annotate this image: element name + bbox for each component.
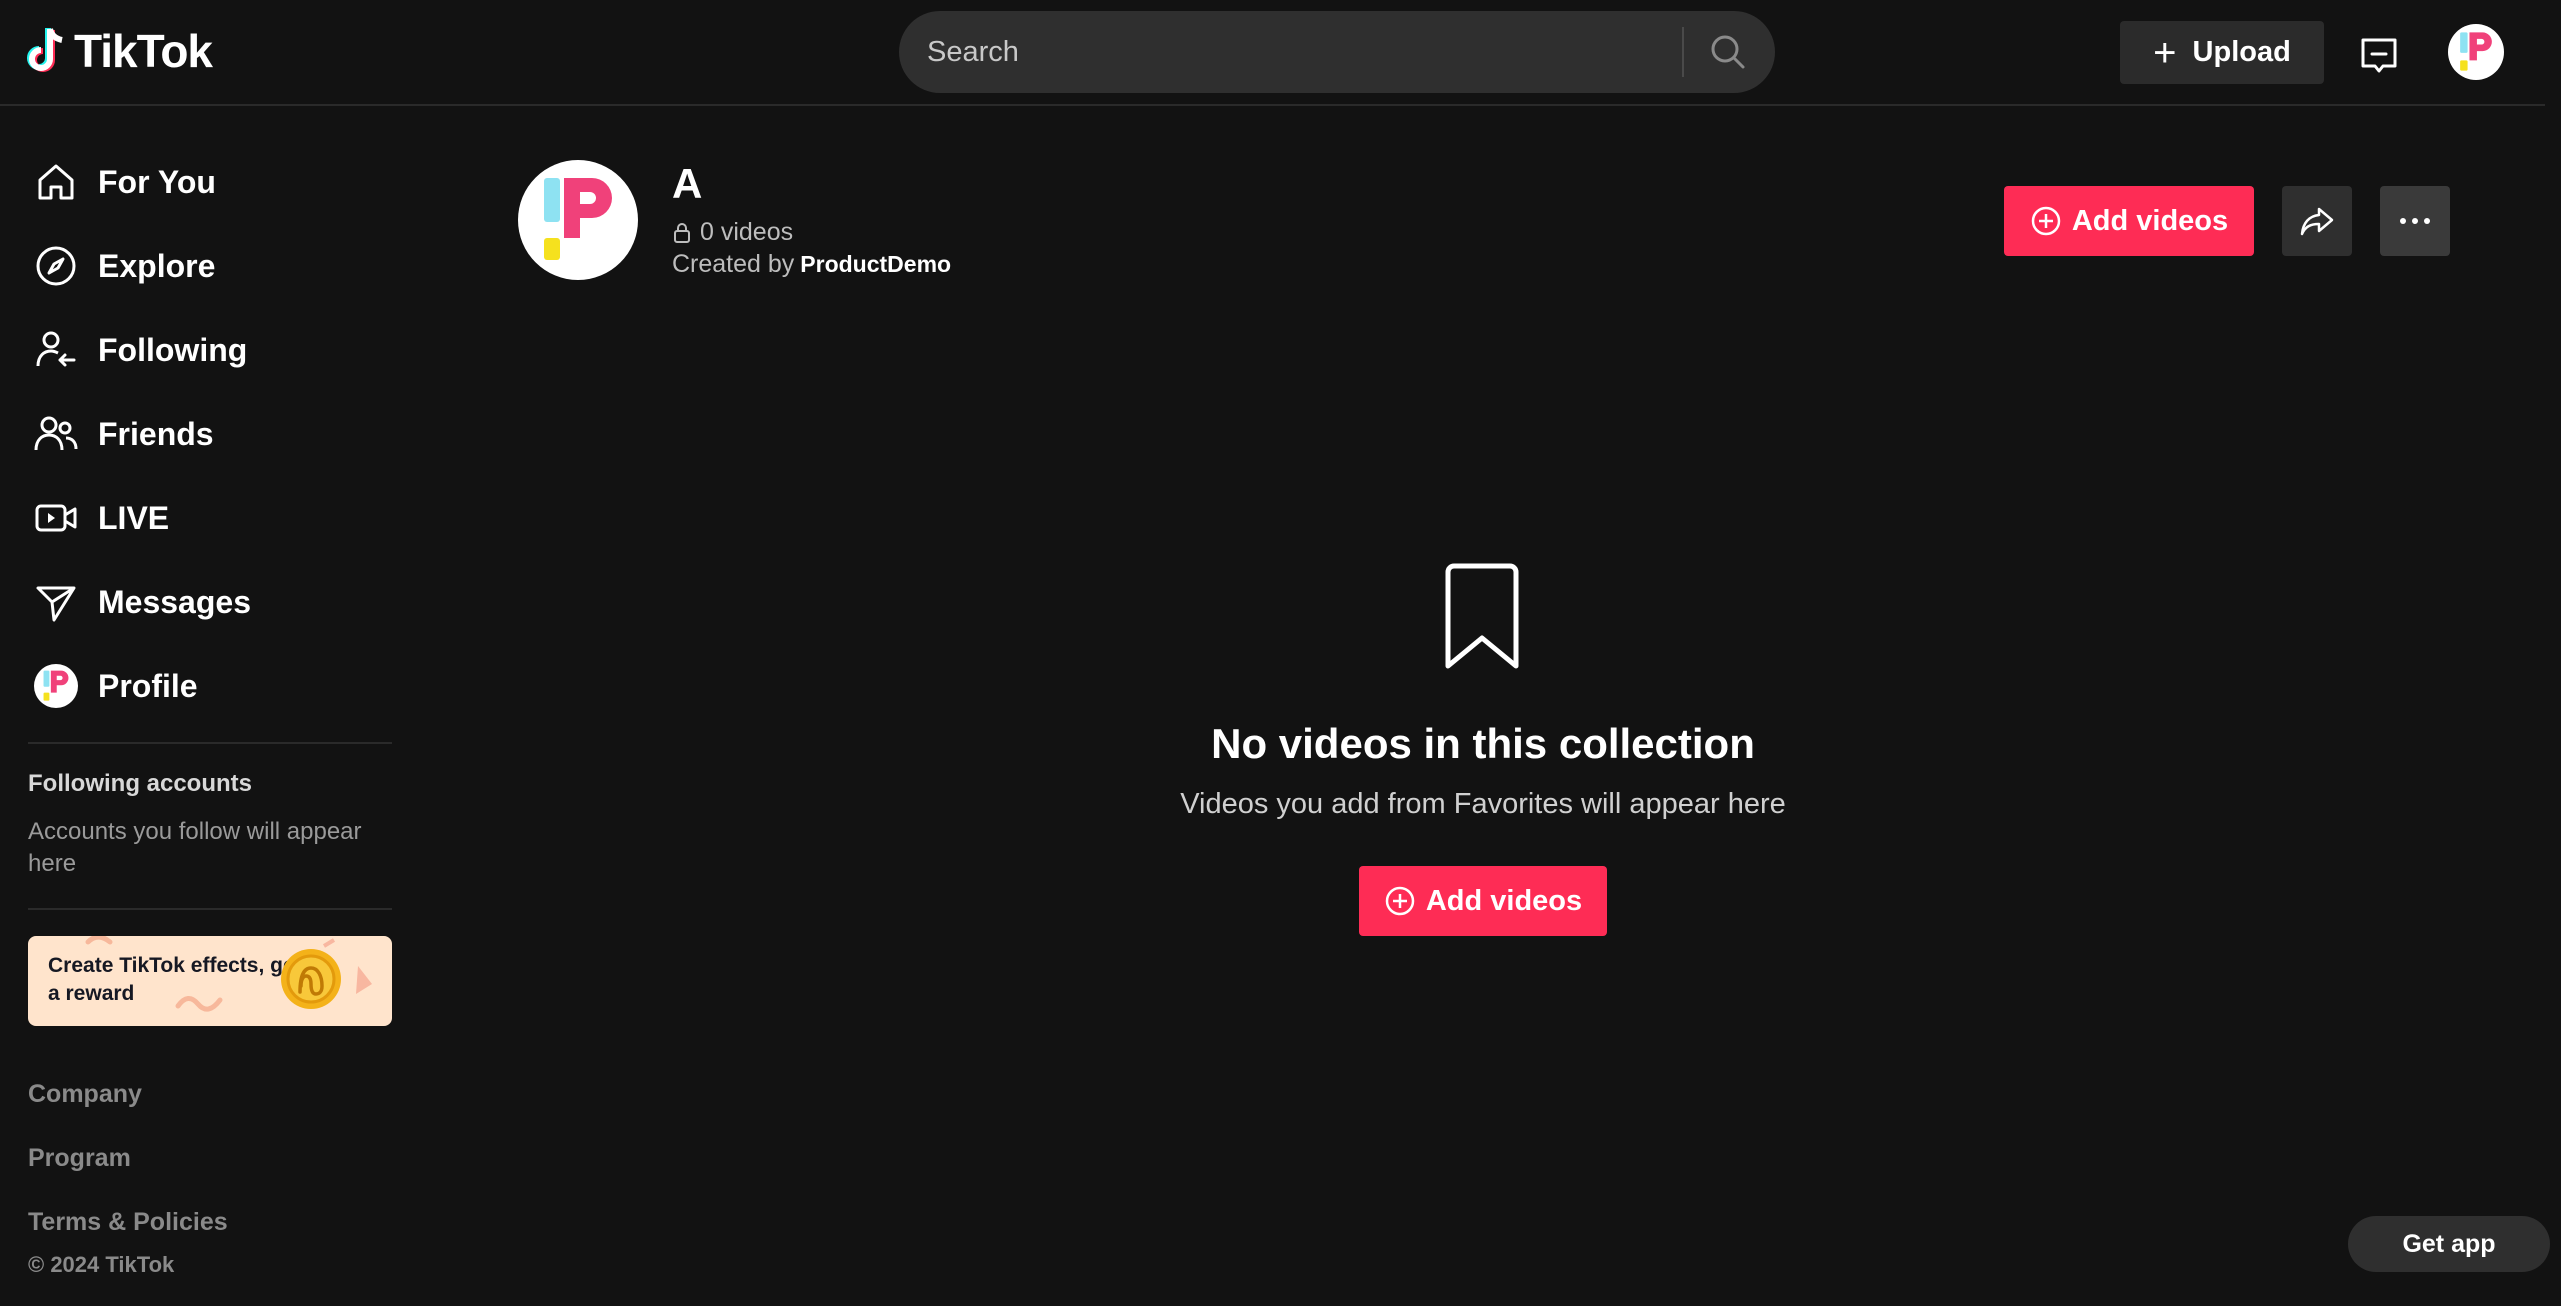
tiktok-logo[interactable]: TikTok [26,24,213,78]
search-icon [1711,35,1745,69]
live-camera-icon [34,496,78,540]
sidebar-item-label: Following [98,331,248,368]
search-button[interactable] [1699,23,1757,81]
sidebar-item-explore[interactable]: Explore [34,236,215,296]
sidebar-divider [28,908,392,910]
sidebar-item-label: Explore [98,247,216,284]
upload-button[interactable]: + Upload [2120,21,2324,84]
sidebar: For You Explore Following Friends LIVE M… [0,108,420,1306]
plus-circle-icon [2031,206,2061,236]
add-videos-button[interactable]: Add videos [2004,186,2254,256]
more-dots-icon [2400,218,2430,224]
sidebar-item-messages[interactable]: Messages [34,572,251,632]
more-options-button[interactable] [2380,186,2450,256]
following-user-icon [34,328,78,372]
collection-video-count: 0 videos [672,218,793,247]
sidebar-item-for-you[interactable]: For You [34,152,216,212]
collection-title: A [672,160,703,207]
sidebar-item-profile[interactable]: Profile [34,656,198,716]
sidebar-item-label: Messages [98,583,251,620]
sidebar-item-label: For You [98,163,216,200]
paper-plane-icon [34,580,78,624]
sidebar-item-following[interactable]: Following [34,320,247,380]
creator-link[interactable]: ProductDemo [800,251,951,277]
promo-text: Create TikTok effects, get a reward [48,954,302,1005]
logo-text: TikTok [74,25,213,77]
collection-created-by: Created by ProductDemo [672,250,951,279]
footer-link-program[interactable]: Program [28,1144,131,1173]
avatar [34,664,78,708]
coin-icon [281,949,341,1009]
profile-logo-icon [544,178,612,260]
sidebar-item-label: LIVE [98,499,170,536]
sidebar-item-label: Friends [98,415,214,452]
share-arrow-icon [2300,207,2334,236]
lock-icon [672,222,692,244]
add-videos-button-center[interactable]: Add videos [1359,866,1607,936]
copyright-text: © 2024 TikTok [28,1252,175,1277]
effects-promo-banner[interactable]: Create TikTok effects, get a reward [28,936,392,1026]
bookmark-icon [1445,563,1519,669]
add-videos-label: Add videos [2071,204,2229,237]
plus-icon: + [2153,30,2177,75]
friends-icon [34,412,78,456]
search-divider [1682,27,1684,77]
search-bar [899,11,1775,93]
header-avatar[interactable] [2448,24,2504,80]
collection-avatar [518,160,638,280]
sidebar-item-friends[interactable]: Friends [34,404,214,464]
empty-state-description: Videos you add from Favorites will appea… [1180,788,1786,820]
following-accounts-desc: Accounts you follow will appear here [28,818,362,877]
add-videos-label: Add videos [1425,884,1583,917]
profile-logo-icon [2460,32,2492,71]
footer-link-terms[interactable]: Terms & Policies [28,1208,228,1237]
inbox-button[interactable] [2356,33,2402,79]
share-button[interactable] [2282,186,2352,256]
top-header: TikTok + Upload [0,0,2545,106]
empty-state-title: No videos in this collection [1211,720,1755,767]
inbox-message-icon [2361,38,2397,73]
sidebar-item-live[interactable]: LIVE [34,488,169,548]
video-count-text: 0 videos [700,218,794,246]
compass-icon [34,244,78,288]
plus-circle-icon [1385,886,1415,916]
created-by-prefix: Created by [672,250,795,278]
home-icon [34,160,78,204]
get-app-button[interactable]: Get app [2348,1216,2550,1272]
tiktok-note-icon [27,28,63,72]
footer-link-company[interactable]: Company [28,1080,142,1109]
search-input[interactable] [899,11,1679,93]
upload-label: Upload [2192,36,2291,68]
sidebar-item-label: Profile [98,667,198,704]
